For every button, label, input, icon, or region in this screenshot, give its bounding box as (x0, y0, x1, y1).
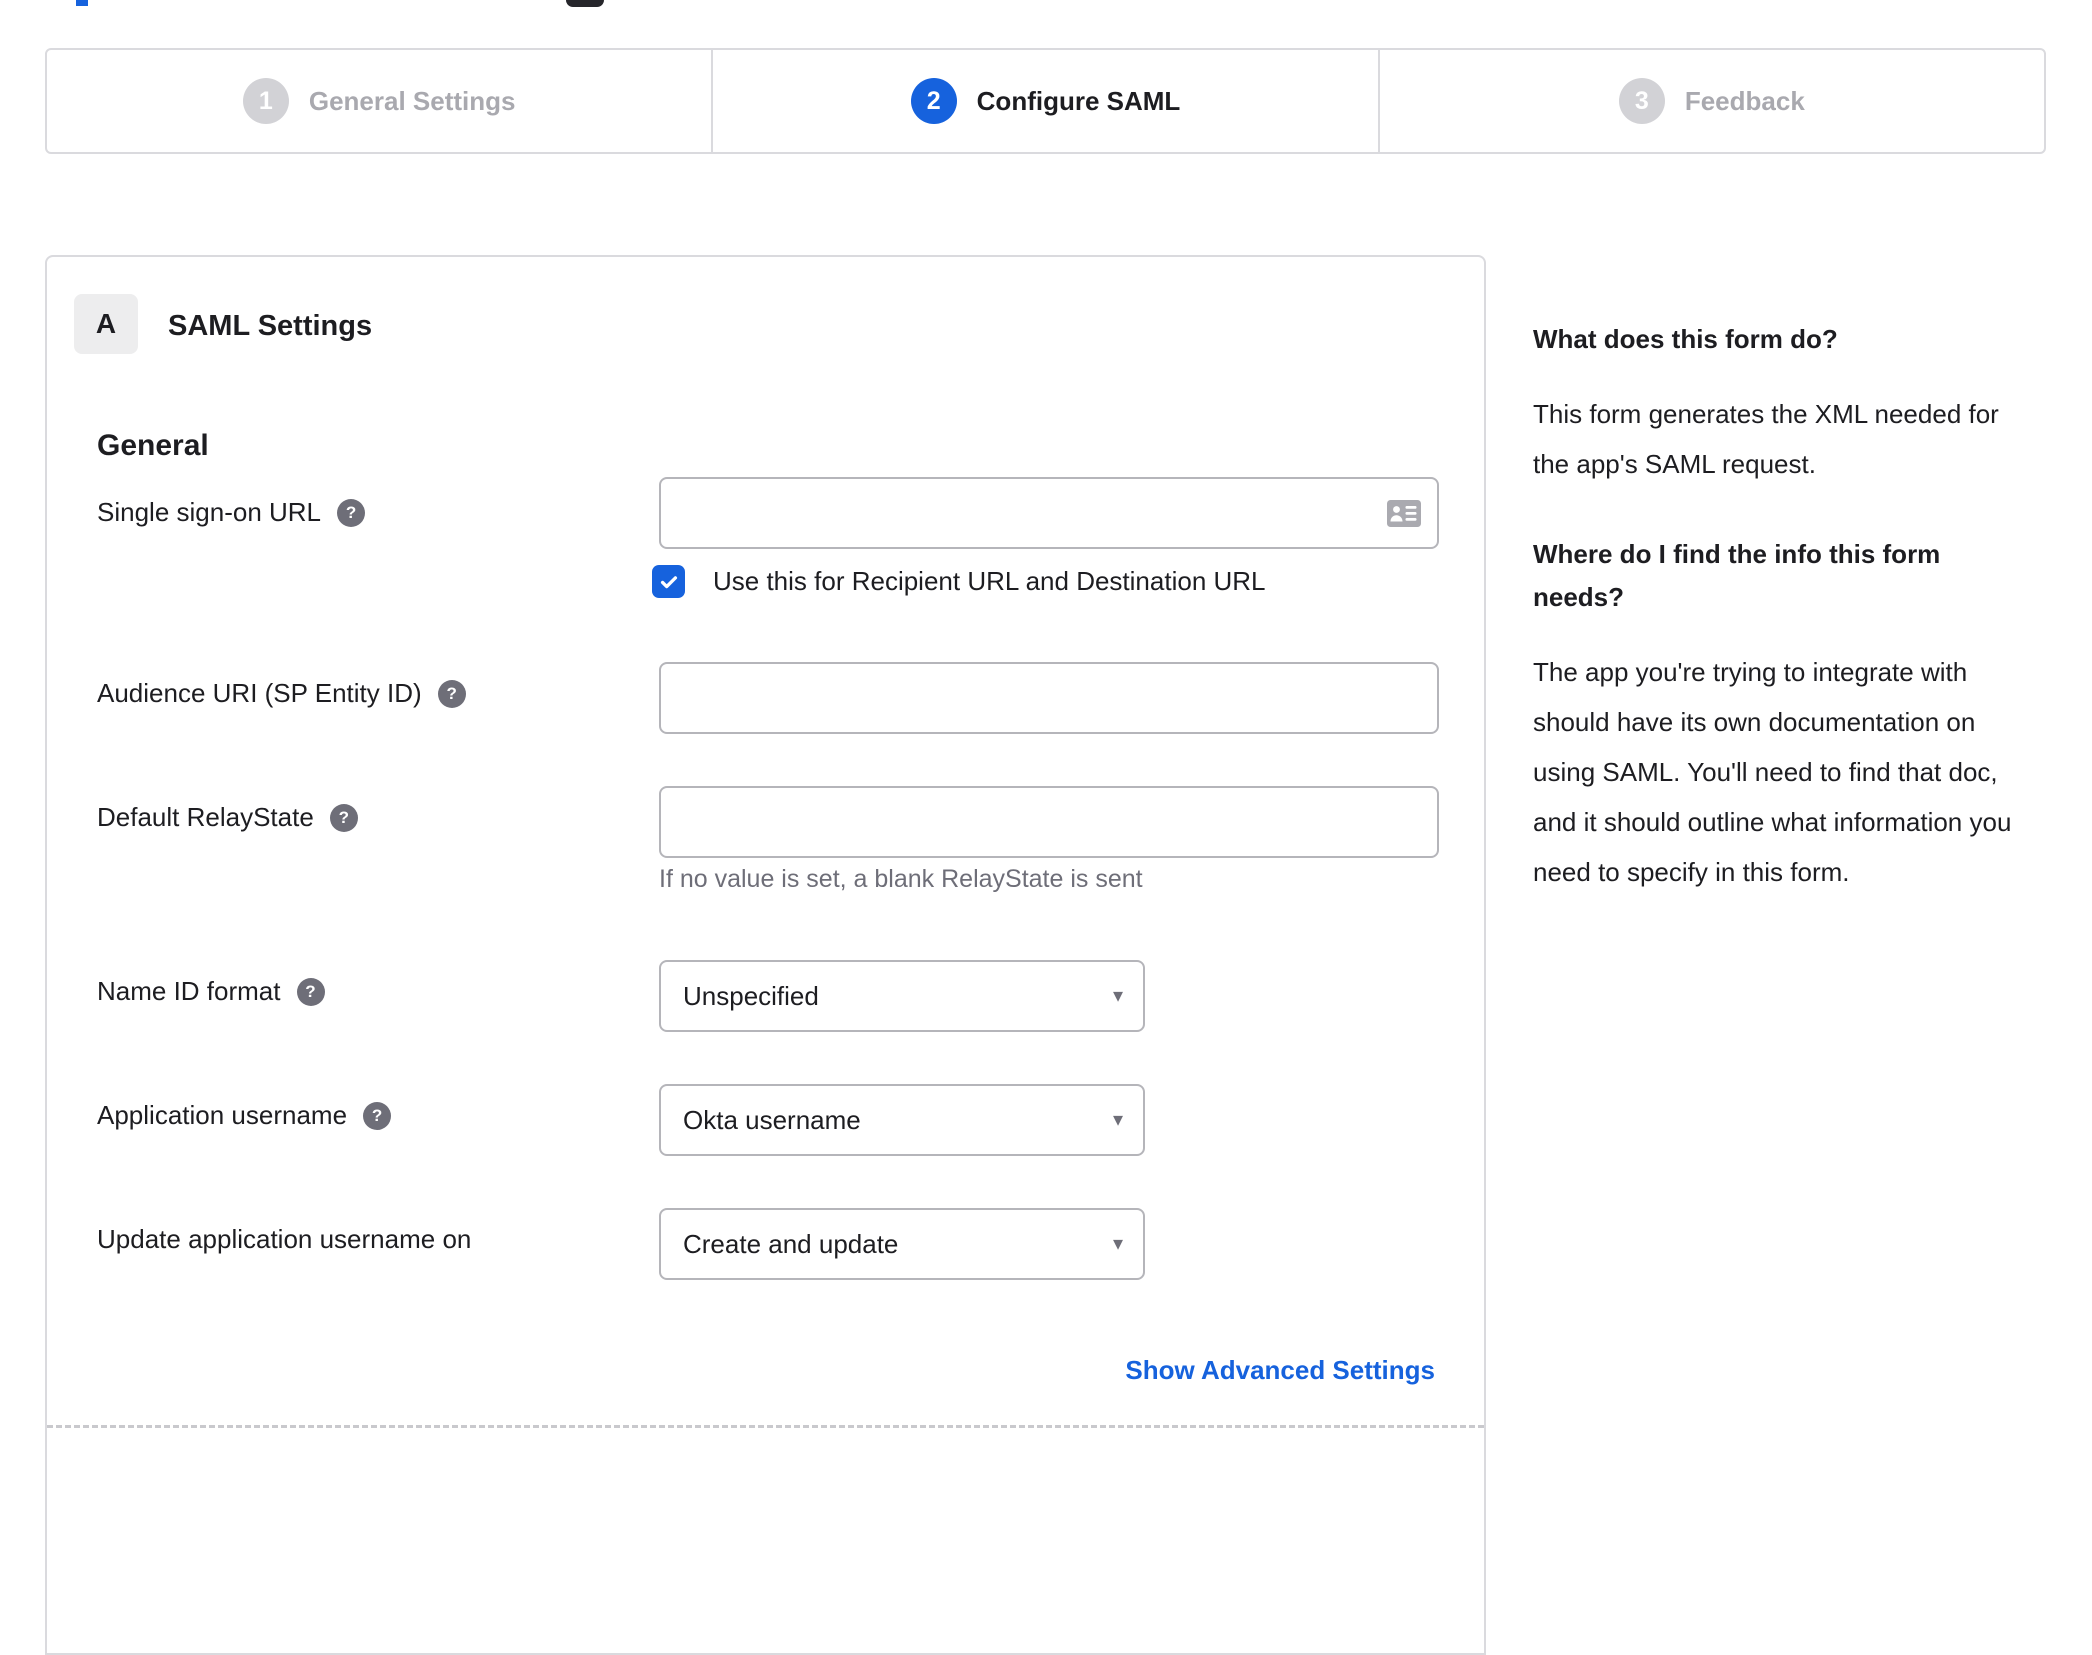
chevron-down-icon: ▾ (1112, 985, 1123, 1007)
audience-uri-label-text: Audience URI (SP Entity ID) (97, 678, 422, 708)
select-value: Okta username (683, 1104, 861, 1135)
help-icon[interactable]: ? (337, 498, 366, 527)
name-id-format-label: Name ID format ? (97, 976, 325, 1007)
help-icon[interactable]: ? (296, 977, 325, 1006)
wizard-stepper: 1 General Settings 2 Configure SAML 3 Fe… (45, 48, 2046, 154)
show-advanced-settings-link[interactable]: Show Advanced Settings (1125, 1355, 1435, 1386)
name-id-format-label-text: Name ID format (97, 976, 281, 1006)
step-number-badge: 2 (910, 78, 957, 124)
help-icon[interactable]: ? (363, 1101, 392, 1130)
cut-off-element-blue (76, 0, 88, 6)
application-username-label: Application username ? (97, 1100, 392, 1131)
default-relaystate-input[interactable] (659, 786, 1439, 858)
application-username-label-text: Application username (97, 1100, 348, 1130)
select-value: Unspecified (683, 980, 819, 1011)
sso-url-input[interactable] (659, 477, 1439, 549)
update-app-username-label-text: Update application username on (97, 1224, 472, 1254)
chevron-down-icon: ▾ (1112, 1109, 1123, 1131)
section-dashed-divider (47, 1425, 1484, 1428)
step-general-settings[interactable]: 1 General Settings (47, 50, 711, 152)
help-icon[interactable]: ? (437, 679, 466, 708)
select-value: Create and update (683, 1228, 899, 1259)
step-label: Configure SAML (976, 85, 1181, 116)
general-heading: General (97, 429, 209, 462)
sso-url-label: Single sign-on URL ? (97, 497, 366, 528)
step-number-badge: 3 (1618, 78, 1665, 124)
default-relaystate-label: Default RelayState ? (97, 802, 358, 833)
checkbox-checked-icon[interactable] (652, 565, 685, 598)
update-app-username-label: Update application username on (97, 1224, 471, 1255)
relaystate-helper-text: If no value is set, a blank RelayState i… (659, 865, 1143, 893)
sso-url-label-text: Single sign-on URL (97, 497, 322, 527)
chevron-down-icon: ▾ (1112, 1233, 1123, 1255)
application-username-select[interactable]: Okta username ▾ (659, 1084, 1145, 1156)
step-feedback[interactable]: 3 Feedback (1377, 50, 2044, 152)
step-label: Feedback (1684, 85, 1805, 116)
section-a-badge: A (74, 294, 138, 354)
help-heading-where: Where do I find the info this form needs… (1533, 539, 1941, 612)
checkbox-label: Use this for Recipient URL and Destinati… (713, 566, 1266, 596)
cut-off-element-dark (566, 0, 604, 7)
step-number-badge: 1 (242, 78, 289, 124)
step-configure-saml[interactable]: 2 Configure SAML (711, 50, 1377, 152)
default-relaystate-label-text: Default RelayState (97, 802, 314, 832)
help-icon[interactable]: ? (329, 803, 358, 832)
help-heading-what: What does this form do? (1533, 324, 1838, 354)
step-label: General Settings (308, 85, 516, 116)
section-title: SAML Settings (168, 310, 373, 342)
help-body-what: This form generates the XML needed for t… (1533, 399, 1999, 479)
sso-recipient-checkbox-row: Use this for Recipient URL and Destinati… (652, 565, 1266, 598)
saml-settings-panel: A SAML Settings General Single sign-on U… (45, 255, 1486, 1655)
help-panel: What does this form do? This form genera… (1533, 318, 2015, 941)
update-app-username-select[interactable]: Create and update ▾ (659, 1208, 1145, 1280)
name-id-format-select[interactable]: Unspecified ▾ (659, 960, 1145, 1032)
audience-uri-input[interactable] (659, 662, 1439, 734)
audience-uri-label: Audience URI (SP Entity ID) ? (97, 678, 466, 709)
help-body-where: The app you're trying to integrate with … (1533, 657, 2012, 887)
